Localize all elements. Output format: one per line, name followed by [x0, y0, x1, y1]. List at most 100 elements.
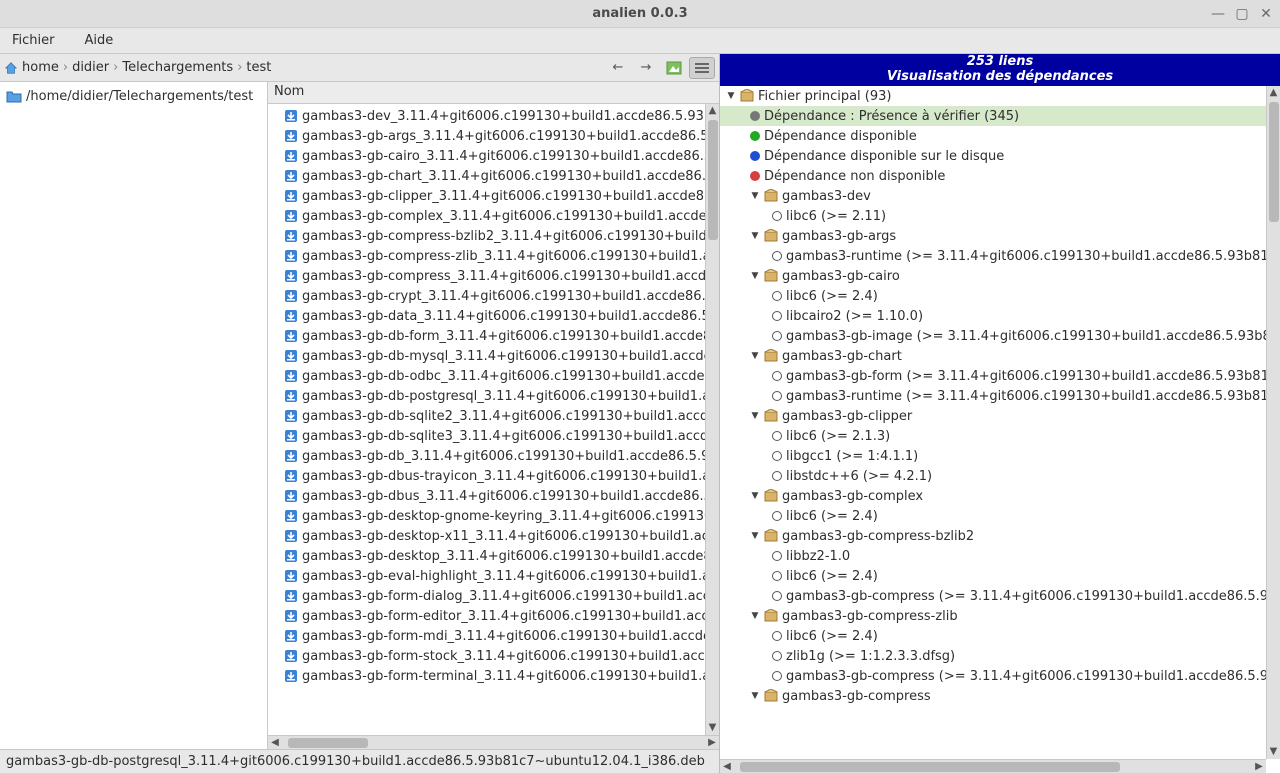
file-row[interactable]: gambas3-gb-form-editor_3.11.4+git6006.c1…	[268, 606, 705, 626]
dep-row[interactable]: gambas3-gb-form (>= 3.11.4+git6006.c1991…	[720, 366, 1266, 386]
scroll-down-icon[interactable]: ▼	[1267, 745, 1280, 759]
dep-hscroll[interactable]: ◀ ▶	[720, 759, 1266, 773]
maximize-button[interactable]: ▢	[1234, 6, 1250, 22]
legend-principal[interactable]: ▼ Fichier principal (93)	[720, 86, 1266, 106]
file-row[interactable]: gambas3-gb-chart_3.11.4+git6006.c199130+…	[268, 166, 705, 186]
breadcrumb-segment[interactable]: didier	[72, 60, 109, 75]
vscroll-thumb[interactable]	[708, 120, 718, 240]
dependency-tree[interactable]: ▼ Fichier principal (93) Dépendance : Pr…	[720, 86, 1280, 773]
expander-icon[interactable]: ▼	[750, 351, 760, 361]
scroll-right-icon[interactable]: ▶	[1252, 761, 1266, 772]
nav-back-button[interactable]: ←	[605, 57, 631, 79]
hscroll-thumb[interactable]	[740, 762, 1120, 772]
expander-icon[interactable]: ▼	[750, 611, 760, 621]
view-list-button[interactable]	[689, 57, 715, 79]
dep-row[interactable]: ▼gambas3-dev	[720, 186, 1266, 206]
dep-row[interactable]: ▼gambas3-gb-complex	[720, 486, 1266, 506]
file-row[interactable]: gambas3-dev_3.11.4+git6006.c199130+build…	[268, 106, 705, 126]
dep-row[interactable]: ▼gambas3-gb-compress	[720, 686, 1266, 706]
file-row[interactable]: gambas3-gb-dbus_3.11.4+git6006.c199130+b…	[268, 486, 705, 506]
dep-row[interactable]: ▼gambas3-gb-args	[720, 226, 1266, 246]
view-thumb-button[interactable]	[661, 57, 687, 79]
folder-tree[interactable]: /home/didier/Telechargements/test	[0, 82, 268, 749]
file-row[interactable]: gambas3-gb-form-stock_3.11.4+git6006.c19…	[268, 646, 705, 666]
dep-row[interactable]: ▼gambas3-gb-compress-bzlib2	[720, 526, 1266, 546]
file-row[interactable]: gambas3-gb-db_3.11.4+git6006.c199130+bui…	[268, 446, 705, 466]
scroll-right-icon[interactable]: ▶	[705, 737, 719, 748]
dep-row[interactable]: ▼gambas3-gb-cairo	[720, 266, 1266, 286]
expander-icon[interactable]: ▼	[750, 231, 760, 241]
file-row[interactable]: gambas3-gb-cairo_3.11.4+git6006.c199130+…	[268, 146, 705, 166]
file-row[interactable]: gambas3-gb-crypt_3.11.4+git6006.c199130+…	[268, 286, 705, 306]
dep-row[interactable]: ▼gambas3-gb-clipper	[720, 406, 1266, 426]
dep-row[interactable]: libc6 (>= 2.4)	[720, 626, 1266, 646]
file-row[interactable]: gambas3-gb-db-mysql_3.11.4+git6006.c1991…	[268, 346, 705, 366]
file-vscroll[interactable]: ▲ ▼	[705, 104, 719, 735]
hscroll-thumb[interactable]	[288, 738, 368, 748]
minimize-button[interactable]: —	[1210, 6, 1226, 22]
expander-icon[interactable]: ▼	[726, 91, 736, 101]
dep-row[interactable]: gambas3-gb-compress (>= 3.11.4+git6006.c…	[720, 586, 1266, 606]
nav-forward-button[interactable]: →	[633, 57, 659, 79]
dep-row[interactable]: libcairo2 (>= 1.10.0)	[720, 306, 1266, 326]
file-row[interactable]: gambas3-gb-compress-zlib_3.11.4+git6006.…	[268, 246, 705, 266]
dep-row[interactable]: libc6 (>= 2.1.3)	[720, 426, 1266, 446]
dep-row[interactable]: gambas3-gb-compress (>= 3.11.4+git6006.c…	[720, 666, 1266, 686]
file-row[interactable]: gambas3-gb-args_3.11.4+git6006.c199130+b…	[268, 126, 705, 146]
breadcrumb-segment[interactable]: Telechargements	[122, 60, 233, 75]
file-row[interactable]: gambas3-gb-compress-bzlib2_3.11.4+git600…	[268, 226, 705, 246]
dep-vscroll[interactable]: ▲ ▼	[1266, 86, 1280, 759]
dep-row[interactable]: gambas3-gb-image (>= 3.11.4+git6006.c199…	[720, 326, 1266, 346]
dep-row[interactable]: ▼gambas3-gb-chart	[720, 346, 1266, 366]
dep-row[interactable]: gambas3-runtime (>= 3.11.4+git6006.c1991…	[720, 246, 1266, 266]
scroll-up-icon[interactable]: ▲	[706, 104, 719, 118]
dep-row[interactable]: gambas3-runtime (>= 3.11.4+git6006.c1991…	[720, 386, 1266, 406]
file-row[interactable]: gambas3-gb-form-mdi_3.11.4+git6006.c1991…	[268, 626, 705, 646]
close-button[interactable]: ✕	[1258, 6, 1274, 22]
file-row[interactable]: gambas3-gb-eval-highlight_3.11.4+git6006…	[268, 566, 705, 586]
legend-verify[interactable]: Dépendance : Présence à vérifier (345)	[720, 106, 1266, 126]
file-row[interactable]: gambas3-gb-form-terminal_3.11.4+git6006.…	[268, 666, 705, 686]
file-row[interactable]: gambas3-gb-complex_3.11.4+git6006.c19913…	[268, 206, 705, 226]
expander-icon[interactable]: ▼	[750, 531, 760, 541]
file-row[interactable]: gambas3-gb-db-sqlite3_3.11.4+git6006.c19…	[268, 426, 705, 446]
expander-icon[interactable]: ▼	[750, 271, 760, 281]
file-row[interactable]: gambas3-gb-db-postgresql_3.11.4+git6006.…	[268, 386, 705, 406]
file-list[interactable]: gambas3-dev_3.11.4+git6006.c199130+build…	[268, 104, 705, 735]
file-row[interactable]: gambas3-gb-clipper_3.11.4+git6006.c19913…	[268, 186, 705, 206]
expander-icon[interactable]: ▼	[750, 491, 760, 501]
file-column-header[interactable]: Nom	[268, 82, 719, 104]
legend-available[interactable]: Dépendance disponible	[720, 126, 1266, 146]
breadcrumb-segment[interactable]: test	[246, 60, 271, 75]
expander-icon[interactable]: ▼	[750, 691, 760, 701]
expander-icon[interactable]: ▼	[750, 191, 760, 201]
dep-row[interactable]: libc6 (>= 2.4)	[720, 566, 1266, 586]
legend-unavailable[interactable]: Dépendance non disponible	[720, 166, 1266, 186]
file-hscroll[interactable]: ◀ ▶	[268, 735, 719, 749]
scroll-down-icon[interactable]: ▼	[706, 721, 719, 735]
dep-row[interactable]: libstdc++6 (>= 4.2.1)	[720, 466, 1266, 486]
scroll-left-icon[interactable]: ◀	[720, 761, 734, 772]
file-row[interactable]: gambas3-gb-db-odbc_3.11.4+git6006.c19913…	[268, 366, 705, 386]
folder-tree-item[interactable]: /home/didier/Telechargements/test	[4, 86, 263, 106]
menu-fichier[interactable]: Fichier	[6, 31, 61, 50]
file-row[interactable]: gambas3-gb-form-dialog_3.11.4+git6006.c1…	[268, 586, 705, 606]
dep-row[interactable]: zlib1g (>= 1:1.2.3.3.dfsg)	[720, 646, 1266, 666]
dep-row[interactable]: libbz2-1.0	[720, 546, 1266, 566]
breadcrumb-segment[interactable]: home	[22, 60, 59, 75]
scroll-left-icon[interactable]: ◀	[268, 737, 282, 748]
dep-row[interactable]: libc6 (>= 2.4)	[720, 286, 1266, 306]
file-row[interactable]: gambas3-gb-data_3.11.4+git6006.c199130+b…	[268, 306, 705, 326]
file-row[interactable]: gambas3-gb-dbus-trayicon_3.11.4+git6006.…	[268, 466, 705, 486]
scroll-up-icon[interactable]: ▲	[1267, 86, 1280, 100]
expander-icon[interactable]: ▼	[750, 411, 760, 421]
dep-row[interactable]: libc6 (>= 2.4)	[720, 506, 1266, 526]
legend-ondisk[interactable]: Dépendance disponible sur le disque	[720, 146, 1266, 166]
file-row[interactable]: gambas3-gb-desktop-gnome-keyring_3.11.4+…	[268, 506, 705, 526]
file-row[interactable]: gambas3-gb-desktop_3.11.4+git6006.c19913…	[268, 546, 705, 566]
dep-row[interactable]: libc6 (>= 2.11)	[720, 206, 1266, 226]
file-row[interactable]: gambas3-gb-compress_3.11.4+git6006.c1991…	[268, 266, 705, 286]
menu-aide[interactable]: Aide	[79, 31, 120, 50]
vscroll-thumb[interactable]	[1269, 102, 1279, 222]
home-icon[interactable]	[4, 61, 18, 75]
